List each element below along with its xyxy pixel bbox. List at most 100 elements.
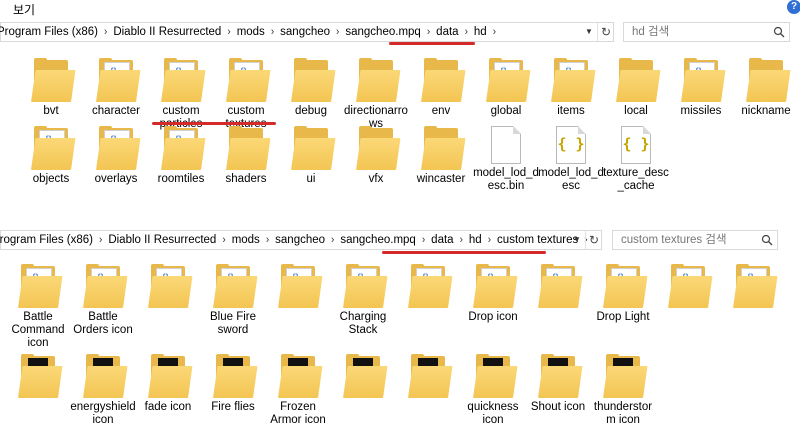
address-bar-top[interactable]: Program Files (x86) › Diablo II Resurrecte… bbox=[0, 22, 614, 42]
file-item[interactable]: {} Blue Fire sword bbox=[200, 264, 266, 337]
crumb-mods[interactable]: mods bbox=[237, 23, 265, 41]
file-item-label: character bbox=[92, 105, 140, 117]
file-item[interactable]: shaders bbox=[213, 126, 279, 186]
file-item[interactable]: ✦ quickness icon bbox=[460, 354, 526, 427]
file-item[interactable]: ✦ Fire flies bbox=[200, 354, 266, 414]
file-item[interactable]: ✦ Shout icon bbox=[525, 354, 591, 414]
file-item[interactable]: {} bbox=[525, 264, 591, 311]
crumb-mods[interactable]: mods bbox=[232, 231, 260, 249]
file-item[interactable]: {} Drop Light bbox=[590, 264, 656, 324]
chevron-right-icon[interactable]: › bbox=[427, 23, 430, 43]
help-icon[interactable]: ? bbox=[787, 0, 800, 14]
folder-icon: ✦ bbox=[278, 354, 323, 398]
file-item[interactable]: {} global bbox=[473, 58, 539, 118]
chevron-right-icon[interactable]: › bbox=[493, 23, 496, 43]
crumb-diablo[interactable]: Diablo II Resurrected bbox=[108, 231, 216, 249]
search-icon[interactable] bbox=[773, 26, 785, 38]
chevron-right-icon[interactable]: › bbox=[271, 23, 274, 43]
chevron-right-icon[interactable]: › bbox=[336, 23, 339, 43]
folder-icon: {} bbox=[733, 264, 778, 308]
file-item[interactable]: {}custom textures bbox=[213, 58, 279, 131]
folder-icon: {} bbox=[83, 264, 128, 308]
file-item[interactable]: nickname bbox=[733, 58, 799, 118]
chevron-right-icon[interactable]: › bbox=[99, 231, 102, 251]
file-item[interactable]: bvt bbox=[18, 58, 84, 118]
crumb-hd[interactable]: hd bbox=[474, 23, 487, 41]
file-item-label: overlays bbox=[94, 173, 138, 185]
folder-icon: {} bbox=[681, 58, 726, 102]
file-item[interactable]: {} overlays bbox=[83, 126, 149, 186]
folder-icon bbox=[616, 58, 661, 102]
file-item[interactable]: { } texture_desc_cache bbox=[603, 126, 669, 193]
history-dropdown-icon[interactable]: ▼ bbox=[581, 23, 597, 41]
chevron-right-icon[interactable]: › bbox=[222, 231, 225, 251]
chevron-right-icon[interactable]: › bbox=[331, 231, 334, 251]
file-item[interactable]: {} bbox=[135, 264, 201, 311]
file-item-label: energyshield icon bbox=[70, 401, 136, 426]
file-item[interactable]: env bbox=[408, 58, 474, 118]
crumb-program-files[interactable]: Program Files (x86) bbox=[0, 231, 93, 249]
file-item[interactable]: ✦ Frozen Armor icon bbox=[265, 354, 331, 427]
file-item[interactable]: ✦ bbox=[395, 354, 461, 401]
crumb-data[interactable]: data bbox=[431, 231, 453, 249]
file-item[interactable]: directionarrows bbox=[343, 58, 409, 131]
crumb-sangcheo[interactable]: sangcheo bbox=[275, 231, 325, 249]
file-item-label: missiles bbox=[680, 105, 722, 117]
file-item[interactable]: {} bbox=[720, 264, 786, 311]
file-item-label: Drop Light bbox=[596, 311, 650, 323]
crumb-mpq[interactable]: sangcheo.mpq bbox=[345, 23, 420, 41]
chevron-right-icon[interactable]: › bbox=[460, 231, 463, 251]
file-item[interactable]: {} character bbox=[83, 58, 149, 118]
file-item[interactable]: {} items bbox=[538, 58, 604, 118]
crumb-diablo[interactable]: Diablo II Resurrected bbox=[113, 23, 221, 41]
search-box-top[interactable]: hd 검색 bbox=[623, 22, 790, 42]
file-item-label: Battle Command icon bbox=[11, 311, 65, 349]
chevron-right-icon[interactable]: › bbox=[488, 231, 491, 251]
file-item[interactable]: {} bbox=[265, 264, 331, 311]
crumb-mpq[interactable]: sangcheo.mpq bbox=[340, 231, 415, 249]
address-bar-bottom[interactable]: Program Files (x86) › Diablo II Resurrecte… bbox=[0, 230, 602, 250]
crumb-custom-textures[interactable]: custom textures bbox=[497, 231, 578, 249]
file-item[interactable]: local bbox=[603, 58, 669, 118]
refresh-icon[interactable]: ↻ bbox=[597, 23, 614, 41]
crumb-program-files[interactable]: Program Files (x86) bbox=[0, 23, 98, 41]
chevron-right-icon[interactable]: › bbox=[266, 231, 269, 251]
file-item-label: thunderstorm icon bbox=[593, 401, 653, 426]
file-item[interactable]: {} roomtiles bbox=[148, 126, 214, 186]
search-box-bottom[interactable]: custom textures 검색 bbox=[612, 230, 778, 250]
refresh-icon[interactable]: ↻ bbox=[585, 231, 602, 249]
file-item[interactable]: ✦ thunderstorm icon bbox=[590, 354, 656, 427]
file-item[interactable]: {}Battle Command icon bbox=[5, 264, 71, 350]
file-item-label: shaders bbox=[225, 173, 267, 185]
search-icon[interactable] bbox=[761, 234, 773, 246]
chevron-right-icon[interactable]: › bbox=[465, 23, 468, 43]
file-item[interactable]: {} Drop icon bbox=[460, 264, 526, 324]
file-item[interactable]: model_lod_desc.bin bbox=[473, 126, 539, 193]
file-item[interactable]: {} objects bbox=[18, 126, 84, 186]
history-dropdown-icon[interactable]: ▼ bbox=[569, 231, 585, 249]
chevron-right-icon[interactable]: › bbox=[422, 231, 425, 251]
chevron-right-icon[interactable]: › bbox=[104, 23, 107, 43]
file-item[interactable]: vfx bbox=[343, 126, 409, 186]
file-item[interactable]: {} missiles bbox=[668, 58, 734, 118]
file-item[interactable]: {} Charging Stack bbox=[330, 264, 396, 337]
file-item[interactable]: ✦ energyshield icon bbox=[70, 354, 136, 427]
file-item[interactable]: ✦ bbox=[5, 354, 71, 401]
file-item[interactable]: ✦ fade icon bbox=[135, 354, 201, 414]
file-item[interactable]: ✦ bbox=[330, 354, 396, 401]
file-item[interactable]: {}custom particles bbox=[148, 58, 214, 131]
folder-icon bbox=[31, 58, 76, 102]
view-menu[interactable]: 보기 bbox=[13, 1, 35, 18]
chevron-right-icon[interactable]: › bbox=[227, 23, 230, 43]
crumb-hd[interactable]: hd bbox=[469, 231, 482, 249]
file-item[interactable]: {} bbox=[655, 264, 721, 311]
file-item[interactable]: {} bbox=[395, 264, 461, 311]
file-item-label: Shout icon bbox=[530, 401, 586, 413]
crumb-data[interactable]: data bbox=[436, 23, 458, 41]
file-item[interactable]: wincaster bbox=[408, 126, 474, 186]
file-item[interactable]: { } model_lod_desc bbox=[538, 126, 604, 193]
file-item[interactable]: ui bbox=[278, 126, 344, 186]
file-item[interactable]: debug bbox=[278, 58, 344, 118]
crumb-sangcheo[interactable]: sangcheo bbox=[280, 23, 330, 41]
file-item[interactable]: {} Battle Orders icon bbox=[70, 264, 136, 337]
